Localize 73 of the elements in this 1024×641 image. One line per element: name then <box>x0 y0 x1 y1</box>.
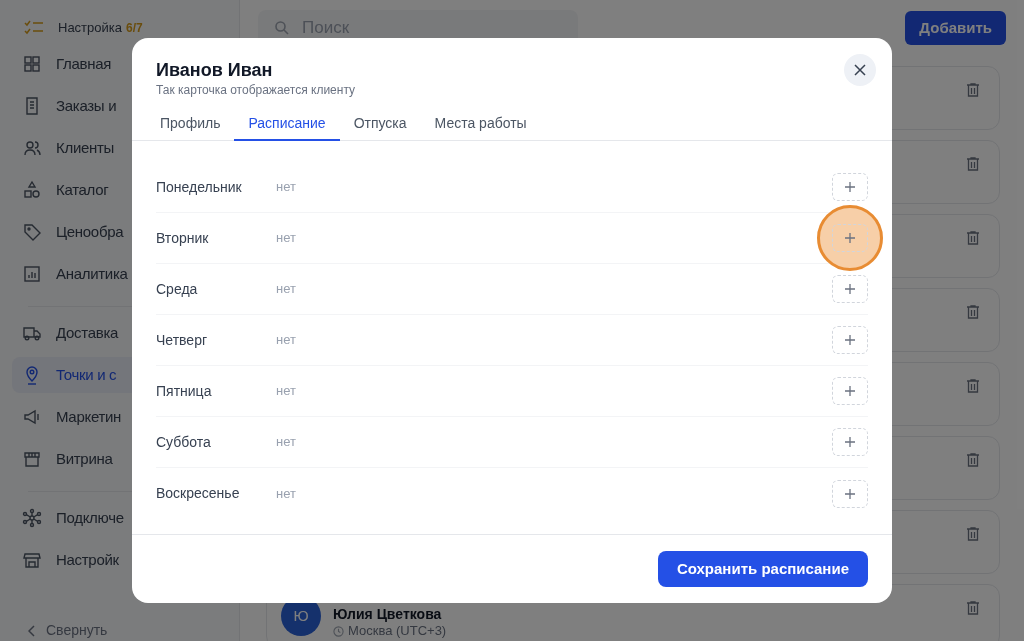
network-icon <box>22 508 42 528</box>
modal-title: Иванов Иван <box>156 59 274 82</box>
schedule-value: нет <box>276 178 297 197</box>
schedule-value: нет <box>276 229 297 248</box>
employee-name: Юлия Цветкова <box>333 605 443 623</box>
delete-button[interactable] <box>967 453 979 467</box>
close-button[interactable] <box>844 54 876 86</box>
modal-subtitle: Так карточка отображается клиенту <box>156 82 356 98</box>
progress-count: 6/7 <box>126 20 143 37</box>
tag-icon <box>22 222 42 242</box>
chart-icon <box>22 264 42 284</box>
schedule-value: нет <box>276 280 297 299</box>
chevron-left-icon <box>28 624 36 637</box>
collapse-button[interactable]: Свернуть <box>28 620 108 641</box>
add-interval-button[interactable] <box>832 173 868 201</box>
trash-icon <box>967 527 979 541</box>
day-label: Понедельник <box>156 177 243 197</box>
plus-icon <box>845 488 855 499</box>
tab[interactable]: Отпуска <box>339 108 421 141</box>
plus-icon <box>845 437 855 447</box>
delete-button[interactable] <box>967 305 979 319</box>
day-label: Суббота <box>156 432 212 452</box>
trash-icon <box>967 231 979 245</box>
delete-button[interactable] <box>967 157 979 171</box>
add-interval-button[interactable] <box>832 377 868 405</box>
employee-location: Москва (UTC+3) <box>348 623 447 639</box>
checklist-icon <box>24 20 44 36</box>
tab[interactable]: Места работы <box>420 108 541 141</box>
trash-icon <box>967 305 979 319</box>
delete-button[interactable] <box>967 83 979 97</box>
add-interval-button[interactable] <box>832 479 868 508</box>
clock-icon <box>333 625 344 637</box>
grid-icon <box>22 54 42 74</box>
schedule-value: нет <box>276 382 297 401</box>
day-label: Четверг <box>156 330 209 350</box>
day-label: Вторник <box>156 228 210 248</box>
trash-icon <box>967 83 979 97</box>
add-interval-button[interactable] <box>832 326 868 354</box>
users-icon <box>22 138 42 158</box>
plus-icon <box>845 233 855 243</box>
add-button[interactable]: Добавить <box>905 11 1006 45</box>
day-label: Среда <box>156 279 199 299</box>
plus-icon <box>845 335 855 345</box>
plus-icon <box>845 284 855 294</box>
trash-icon <box>967 601 979 615</box>
schedule-value: нет <box>276 433 297 452</box>
shop-icon <box>22 550 42 570</box>
day-label: Воскресенье <box>156 484 241 503</box>
delete-button[interactable] <box>967 231 979 245</box>
delete-button[interactable] <box>967 601 979 615</box>
trash-icon <box>967 453 979 467</box>
shapes-icon <box>22 180 42 200</box>
search-icon <box>274 20 290 36</box>
save-button[interactable]: Сохранить расписание <box>657 551 868 587</box>
delete-button[interactable] <box>967 527 979 541</box>
sidebar-item[interactable]: Маркетин <box>12 399 227 435</box>
add-interval-button[interactable] <box>832 428 868 456</box>
plus-icon <box>845 182 855 192</box>
schedule-value: нет <box>276 331 297 350</box>
add-interval-button[interactable] <box>832 224 868 252</box>
trash-icon <box>967 379 979 393</box>
trash-icon <box>967 157 979 171</box>
sidebar-item[interactable]: Настройк <box>12 542 227 578</box>
storefront-icon <box>22 449 42 469</box>
tab[interactable]: Расписание <box>234 108 340 141</box>
add-interval-button[interactable] <box>832 275 868 303</box>
sidebar-item[interactable]: Подключе <box>12 500 227 536</box>
schedule-value: нет <box>276 484 297 503</box>
plus-icon <box>845 386 855 396</box>
setup-link[interactable]: Настройка <box>58 18 122 38</box>
close-icon <box>854 64 866 76</box>
megaphone-icon <box>22 407 42 427</box>
delete-button[interactable] <box>967 379 979 393</box>
